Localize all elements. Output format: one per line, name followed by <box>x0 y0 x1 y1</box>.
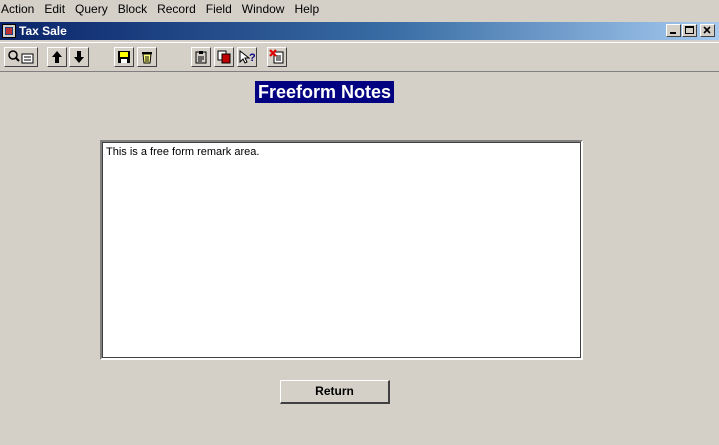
previous-record-button[interactable] <box>47 47 67 67</box>
help-icon: ? <box>239 50 255 64</box>
clipboard-button[interactable] <box>191 47 211 67</box>
exit-button[interactable] <box>267 47 287 67</box>
next-record-button[interactable] <box>69 47 89 67</box>
delete-button[interactable] <box>137 47 157 67</box>
svg-text:?: ? <box>249 52 255 64</box>
return-button[interactable]: Return <box>280 380 390 404</box>
enter-query-button[interactable] <box>4 47 38 67</box>
arrow-up-icon <box>52 51 62 63</box>
menu-record[interactable]: Record <box>155 0 202 18</box>
save-icon <box>118 51 130 63</box>
help-button[interactable]: ? <box>237 47 257 67</box>
notes-textarea[interactable]: This is a free form remark area. <box>100 140 583 360</box>
copy-button[interactable] <box>214 47 234 67</box>
maximize-button[interactable] <box>682 24 697 37</box>
menu-help[interactable]: Help <box>292 0 325 18</box>
close-icon <box>703 26 711 34</box>
maximize-icon <box>685 26 694 34</box>
enter-query-icon <box>8 50 34 64</box>
exit-icon <box>269 49 284 64</box>
copy-icon <box>217 50 231 64</box>
minimize-button[interactable] <box>666 24 681 37</box>
menu-block[interactable]: Block <box>116 0 153 18</box>
window-title: Tax Sale <box>19 24 67 38</box>
window-controls <box>666 24 715 37</box>
menu-window[interactable]: Window <box>240 0 291 18</box>
toolbar: ? <box>0 42 719 72</box>
menu-query[interactable]: Query <box>73 0 114 18</box>
window-title-bar[interactable]: Tax Sale <box>0 22 719 40</box>
page-title: Freeform Notes <box>255 81 395 103</box>
minimize-icon <box>670 32 676 34</box>
menu-action[interactable]: Action <box>0 0 40 18</box>
menu-field[interactable]: Field <box>204 0 238 18</box>
app-icon <box>2 24 16 38</box>
close-button[interactable] <box>700 24 715 37</box>
arrow-down-icon <box>74 51 84 63</box>
clipboard-icon <box>195 51 207 64</box>
menu-bar: Action Edit Query Block Record Field Win… <box>0 0 719 18</box>
menu-edit[interactable]: Edit <box>42 0 71 18</box>
trash-icon <box>142 52 152 64</box>
save-button[interactable] <box>114 47 134 67</box>
